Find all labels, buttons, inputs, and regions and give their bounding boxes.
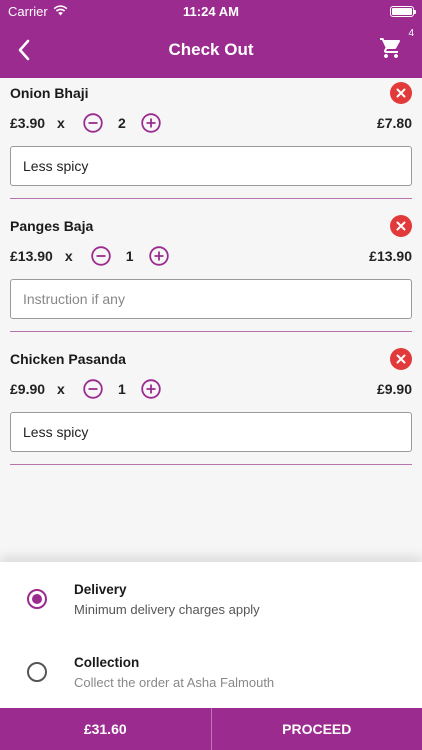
times-sign: x [57,115,65,131]
item-name: Onion Bhaji [10,85,89,101]
cart-count-badge: 4 [408,28,414,39]
nav-bar: Check Out 4 [0,22,422,78]
order-type-sheet: Delivery Minimum delivery charges apply … [0,562,422,708]
status-right [390,5,416,17]
close-icon [396,88,406,98]
plus-circle-icon [141,379,161,399]
checkout-footer: £31.60 PROCEED [0,708,422,750]
back-button[interactable] [10,36,38,64]
times-sign: x [64,248,73,264]
quantity-row: £3.90 x 2 £7.80 [10,106,412,140]
quantity-value: 1 [125,248,134,264]
cart-icon [380,38,401,58]
quantity-value: 2 [117,115,126,131]
decrease-quantity-button[interactable] [83,113,103,133]
decrease-quantity-button[interactable] [90,246,111,266]
item-name: Panges Baja [10,218,94,234]
line-total: £7.80 [376,115,412,131]
cart-item: Panges Baja £13.90 x 1 £13.90 [10,213,412,332]
quantity-row: £13.90 x 1 £13.90 [10,239,412,273]
quantity-value: 1 [117,381,126,397]
remove-item-button[interactable] [390,348,412,370]
plus-circle-icon [141,113,161,133]
plus-circle-icon [148,246,169,266]
item-header: Panges Baja [10,213,412,239]
increase-quantity-button[interactable] [141,113,161,133]
order-total: £31.60 [0,708,212,750]
cart-items-list: Onion Bhaji £3.90 x 2 £7.80 Panges Baja [0,80,422,465]
unit-price: £13.90 [10,248,53,264]
quantity-row: £9.90 x 1 £9.90 [10,372,412,406]
instruction-input[interactable] [10,279,412,319]
decrease-quantity-button[interactable] [83,379,103,399]
remove-item-button[interactable] [390,82,412,104]
collection-option-text: Collection Collect the order at Asha Fal… [74,655,274,690]
instruction-input[interactable] [10,146,412,186]
close-icon [396,221,406,231]
carrier-label: Carrier [8,3,48,19]
cart-button[interactable]: 4 [378,28,414,64]
close-icon [396,354,406,364]
unit-price: £9.90 [10,381,46,397]
unit-price: £3.90 [10,115,46,131]
remove-item-button[interactable] [390,215,412,237]
item-header: Chicken Pasanda [10,346,412,372]
collection-option-subtitle: Collect the order at Asha Falmouth [74,675,275,690]
delivery-option-subtitle: Minimum delivery charges apply [74,602,260,617]
page-title: Check Out [168,40,254,59]
delivery-radio[interactable] [27,589,47,609]
item-header: Onion Bhaji [10,80,412,106]
instruction-input[interactable] [10,412,412,452]
delivery-option[interactable]: Delivery Minimum delivery charges apply [0,562,422,635]
cart-item: Onion Bhaji £3.90 x 2 £7.80 [10,80,412,199]
item-name: Chicken Pasanda [10,351,126,367]
increase-quantity-button[interactable] [141,379,161,399]
back-arrow-icon [18,39,30,61]
line-total: £13.90 [369,248,412,264]
status-bar: Carrier 11:24 AM [0,0,422,22]
status-left: Carrier [8,4,68,19]
proceed-button[interactable]: PROCEED [212,708,422,750]
minus-circle-icon [90,246,111,266]
delivery-option-title: Delivery [74,582,127,597]
minus-circle-icon [83,379,103,399]
battery-icon [390,5,416,17]
collection-option[interactable]: Collection Collect the order at Asha Fal… [0,635,422,708]
line-total: £9.90 [376,381,412,397]
delivery-option-text: Delivery Minimum delivery charges apply [74,582,260,617]
increase-quantity-button[interactable] [148,246,169,266]
collection-option-title: Collection [74,655,140,670]
minus-circle-icon [83,113,103,133]
times-sign: x [57,381,65,397]
cart-item: Chicken Pasanda £9.90 x 1 £9.90 [10,346,412,465]
collection-radio[interactable] [27,662,47,682]
wifi-icon [53,4,68,19]
